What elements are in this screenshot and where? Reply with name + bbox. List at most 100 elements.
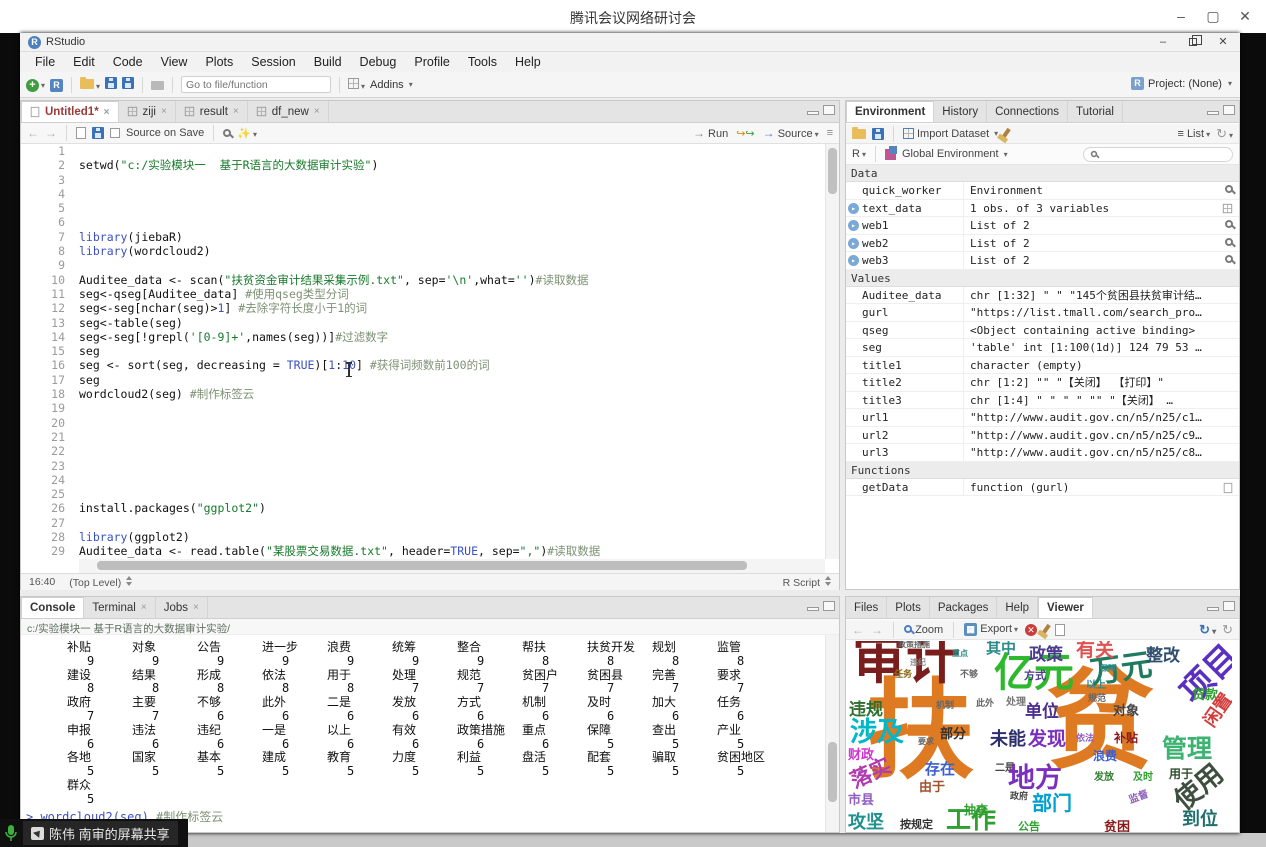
viewer-remove-icon[interactable]: ✕ xyxy=(1025,624,1037,636)
expand-arrow-icon[interactable]: ▸ xyxy=(848,255,859,266)
viewer-tab-files[interactable]: Files xyxy=(846,597,887,618)
goto-file-input[interactable] xyxy=(181,76,331,93)
clear-workspace-icon[interactable] xyxy=(1001,128,1011,139)
console-output[interactable]: 补贴对象公告进一步浪费统筹整合帮扶扶贫开发规划监管99999998888建设结果… xyxy=(21,635,825,832)
environment-object-row[interactable]: title2chr [1:2] "" "【关闭】 【打印】" xyxy=(846,374,1239,392)
rerun-button[interactable]: ↪↪ xyxy=(736,127,754,140)
menu-file[interactable]: File xyxy=(26,53,64,71)
environment-object-row[interactable]: getDatafunction (gurl) xyxy=(846,479,1239,497)
environment-object-row[interactable]: quick_workerEnvironment xyxy=(846,182,1239,200)
open-file-button[interactable]: ▾ xyxy=(80,78,100,92)
environment-maximize-icon[interactable] xyxy=(1223,105,1235,115)
viewer-tab-help[interactable]: Help xyxy=(997,597,1038,618)
inspect-icon[interactable] xyxy=(1225,185,1233,193)
viewer-back-icon[interactable]: ← xyxy=(852,623,864,637)
scope-selector[interactable]: (Top Level) xyxy=(69,576,132,589)
document-outline-icon[interactable]: ≡ xyxy=(827,127,833,139)
editor-vertical-scrollbar[interactable] xyxy=(825,144,839,559)
source-tab-ziji[interactable]: ziji× xyxy=(119,101,176,122)
console-tab-terminal[interactable]: Terminal× xyxy=(84,597,155,618)
expand-arrow-icon[interactable]: ▸ xyxy=(848,238,859,249)
inspect-icon[interactable] xyxy=(1225,220,1233,228)
environment-object-row[interactable]: ▸web3List of 2 xyxy=(846,252,1239,270)
save-all-button[interactable] xyxy=(122,77,134,92)
viewer-sync-icon[interactable]: ↻▾ xyxy=(1199,622,1216,638)
environment-object-row[interactable]: Auditee_datachr [1:32] " " "145个贫困县扶贫审计结… xyxy=(846,287,1239,305)
rstudio-close-button[interactable]: ✕ xyxy=(1210,35,1236,50)
console-tab-console[interactable]: Console xyxy=(21,597,84,618)
editor-save-icon[interactable] xyxy=(92,127,104,139)
environment-object-row[interactable]: seg'table' int [1:100(1d)] 124 79 53 … xyxy=(846,339,1239,357)
environment-object-row[interactable]: url2"http://www.audit.gov.cn/n5/n25/c9… xyxy=(846,427,1239,445)
inspect-icon[interactable] xyxy=(1225,238,1233,246)
microphone-icon[interactable] xyxy=(4,824,18,843)
environment-object-row[interactable]: title1character (empty) xyxy=(846,357,1239,375)
expand-arrow-icon[interactable]: ▸ xyxy=(848,203,859,214)
rstudio-minimize-button[interactable]: – xyxy=(1150,35,1176,50)
menu-edit[interactable]: Edit xyxy=(64,53,104,71)
menu-help[interactable]: Help xyxy=(506,53,550,71)
tab-close-icon[interactable]: × xyxy=(141,602,147,613)
code-tools-icon[interactable]: ✨▾ xyxy=(237,127,257,140)
refresh-environment-icon[interactable]: ↻▾ xyxy=(1216,126,1233,142)
viewer-forward-icon[interactable]: → xyxy=(871,623,883,637)
environment-object-row[interactable]: ▸web1List of 2 xyxy=(846,217,1239,235)
environment-object-row[interactable]: url3"http://www.audit.gov.cn/n5/n25/c8… xyxy=(846,444,1239,462)
source-minimize-icon[interactable] xyxy=(807,111,819,115)
meeting-maximize-button[interactable]: ▢ xyxy=(1198,6,1228,26)
show-in-window-icon[interactable] xyxy=(76,127,86,139)
tab-close-icon[interactable]: × xyxy=(104,107,110,118)
share-badge[interactable]: 陈伟 南审的屏幕共享 xyxy=(23,821,178,845)
source-tab-dfnew[interactable]: df_new× xyxy=(248,101,329,122)
import-dataset-button[interactable]: Import Dataset▾ xyxy=(903,128,998,140)
editor-horizontal-scrollbar[interactable] xyxy=(79,559,825,573)
environment-minimize-icon[interactable] xyxy=(1207,111,1219,115)
environment-tab-tutorial[interactable]: Tutorial xyxy=(1068,101,1123,122)
back-icon[interactable]: ← xyxy=(27,126,39,140)
source-tab-untitled1[interactable]: Untitled1*× xyxy=(21,101,119,122)
tab-close-icon[interactable]: × xyxy=(161,106,167,117)
meeting-minimize-button[interactable]: – xyxy=(1166,6,1196,26)
new-project-button[interactable]: R xyxy=(50,77,63,92)
load-workspace-icon[interactable] xyxy=(852,129,866,139)
menu-session[interactable]: Session xyxy=(242,53,304,71)
source-on-save-checkbox[interactable] xyxy=(110,128,120,138)
menu-code[interactable]: Code xyxy=(104,53,152,71)
tab-close-icon[interactable]: × xyxy=(314,106,320,117)
viewer-tab-viewer[interactable]: Viewer xyxy=(1038,597,1093,618)
viewer-export-button[interactable]: ▦ Export▾ xyxy=(964,623,1018,636)
environment-object-row[interactable]: url1"http://www.audit.gov.cn/n5/n25/c1… xyxy=(846,409,1239,427)
inspect-icon[interactable] xyxy=(1225,255,1233,263)
environment-object-row[interactable]: title3chr [1:4] " " " " "" "【关闭】 … xyxy=(846,392,1239,410)
viewer-open-window-icon[interactable] xyxy=(1055,624,1065,636)
viewer-minimize-icon[interactable] xyxy=(1207,607,1219,611)
source-tab-result[interactable]: result× xyxy=(176,101,248,122)
environment-search-input[interactable] xyxy=(1083,147,1233,162)
print-button[interactable] xyxy=(151,78,164,92)
list-view-button[interactable]: ≡ List▾ xyxy=(1177,128,1210,140)
forward-icon[interactable]: → xyxy=(45,126,57,140)
new-file-button[interactable]: +▾ xyxy=(26,77,45,92)
console-scrollbar[interactable] xyxy=(825,635,839,832)
viewer-tab-plots[interactable]: Plots xyxy=(887,597,930,618)
viewer-clear-icon[interactable] xyxy=(1041,624,1051,635)
run-button[interactable]: → Run xyxy=(693,126,728,140)
console-minimize-icon[interactable] xyxy=(807,607,819,611)
code-editor[interactable]: 12setwd("c:/实验模块一 基于R语言的大数据审计实验")34567li… xyxy=(21,144,825,559)
menu-plots[interactable]: Plots xyxy=(196,53,242,71)
view-function-icon[interactable] xyxy=(1224,482,1233,492)
environment-tab-history[interactable]: History xyxy=(934,101,987,122)
source-maximize-icon[interactable] xyxy=(823,105,835,115)
menu-tools[interactable]: Tools xyxy=(459,53,506,71)
viewer-refresh-icon[interactable]: ↻ xyxy=(1222,622,1233,638)
tab-close-icon[interactable]: × xyxy=(233,106,239,117)
menu-debug[interactable]: Debug xyxy=(351,53,406,71)
addins-button[interactable]: Addins▾ xyxy=(370,79,413,91)
environment-object-row[interactable]: ▸text_data1 obs. of 3 variables xyxy=(846,200,1239,218)
global-environment-selector[interactable]: Global Environment ▾ xyxy=(902,148,1008,160)
console-tab-jobs[interactable]: Jobs× xyxy=(156,597,208,618)
rstudio-restore-button[interactable] xyxy=(1180,35,1206,50)
save-button[interactable] xyxy=(105,77,117,92)
menu-profile[interactable]: Profile xyxy=(405,53,458,71)
environment-tab-environment[interactable]: Environment xyxy=(846,101,934,122)
